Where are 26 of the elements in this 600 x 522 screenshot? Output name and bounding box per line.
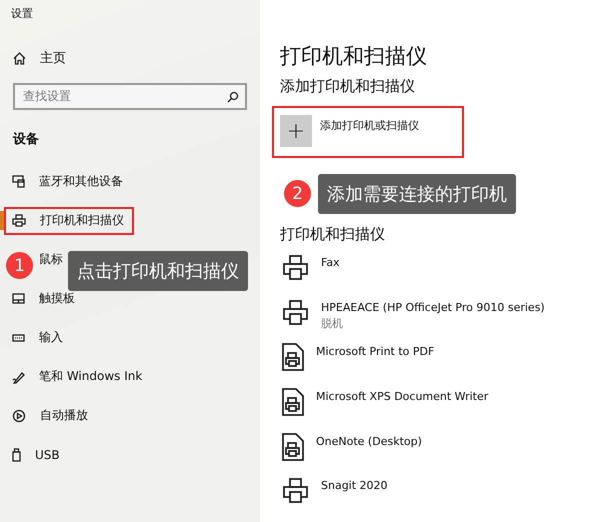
search-field[interactable]: 查找设置 [13, 83, 247, 110]
printer-name[interactable]: Snagit 2020 [321, 479, 388, 492]
list-heading: 打印机和扫描仪 [280, 224, 386, 245]
nav-item[interactable]: 蓝牙和其他设备 [39, 173, 123, 190]
home-link[interactable]: 主页 [40, 49, 66, 67]
nav-item[interactable]: 笔和 Windows Ink [39, 368, 142, 385]
nav-item[interactable]: 输入 [39, 329, 63, 346]
page-title: 打印机和扫描仪 [280, 43, 428, 70]
printer-name[interactable]: OneNote (Desktop) [316, 434, 422, 448]
window-title: 设置 [10, 6, 34, 22]
printer-name[interactable]: HPEAEACE (HP OfficeJet Pro 9010 series) [321, 300, 545, 314]
section-heading: 设备 [12, 131, 40, 149]
printer-name[interactable]: Fax [321, 256, 340, 269]
nav-item[interactable]: 打印机和扫描仪 [40, 212, 124, 229]
nav-item[interactable]: 自动播放 [40, 407, 88, 424]
nav-item[interactable]: 触摸板 [39, 290, 75, 307]
section-subtitle: 添加打印机和扫描仪 [280, 76, 416, 97]
nav-item[interactable]: 鼠标 [39, 251, 63, 268]
callout-tooltip: 添加需要连接的打印机 [318, 174, 516, 214]
printer-status: 脱机 [321, 316, 344, 331]
printer-name[interactable]: Microsoft Print to PDF [316, 345, 434, 358]
add-printer-label[interactable]: 添加打印机或扫描仪 [320, 115, 419, 134]
nav-item[interactable]: USB [35, 448, 60, 462]
printer-name[interactable]: Microsoft XPS Document Writer [316, 390, 488, 403]
add-button[interactable]: + [280, 115, 312, 148]
callout-tooltip: 点击打印机和扫描仪 [68, 251, 248, 291]
